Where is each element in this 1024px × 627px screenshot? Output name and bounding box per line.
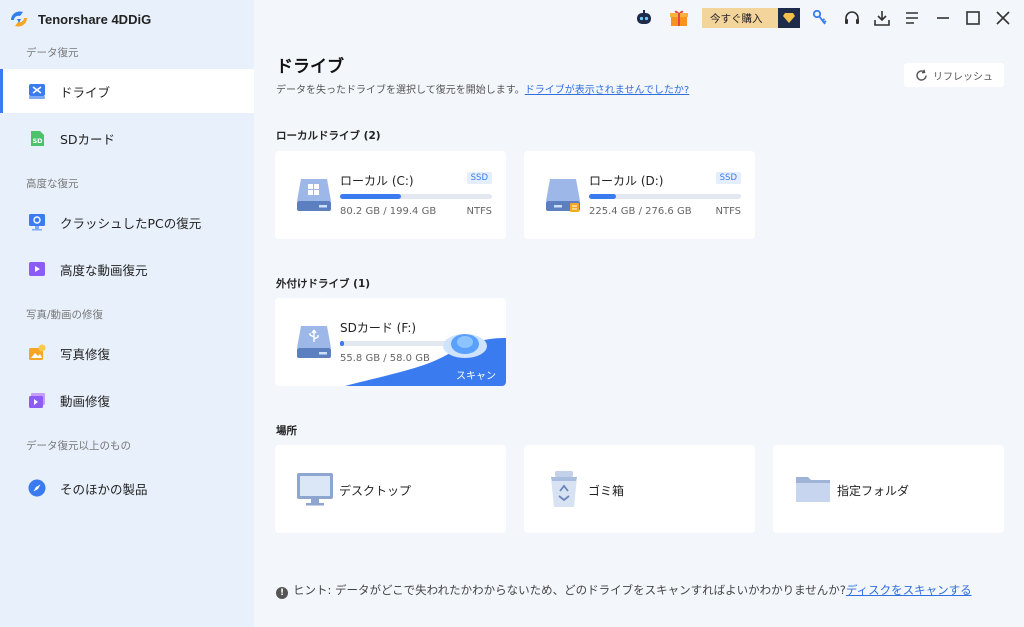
drive-name: ローカル (D:) (589, 174, 664, 188)
sidebar-item-video-repair[interactable]: 動画修復 (0, 378, 254, 422)
drive-filesystem: NTFS (466, 206, 492, 217)
scan-disc-icon (443, 334, 487, 358)
sidebar-item-label: そのほかの製品 (60, 481, 148, 497)
section-label-advanced: 高度な復元 (26, 178, 79, 190)
hint-prefix: ヒント: (293, 583, 332, 597)
video-recovery-icon (26, 258, 48, 280)
svg-text:SD: SD (33, 137, 44, 145)
main-content: ドライブ データを失ったドライブを選択して復元を開始します。ドライブが表示されま… (254, 36, 1024, 627)
key-icon[interactable] (810, 8, 830, 28)
drive-tool-icon (26, 80, 48, 102)
scan-label: スキャン (456, 371, 496, 382)
sidebar-item-advanced-video[interactable]: 高度な動画復元 (0, 247, 254, 291)
page-title: ドライブ (276, 57, 344, 77)
page-subtitle: データを失ったドライブを選択して復元を開始します。ドライブが表示されませんでした… (276, 81, 689, 96)
robot-icon[interactable] (634, 8, 654, 28)
ssd-badge: SSD (466, 172, 492, 184)
sidebar-item-sd-card[interactable]: SD SDカード (0, 116, 254, 160)
location-label: 指定フォルダ (837, 484, 910, 498)
drive-filesystem: NTFS (715, 206, 741, 217)
usage-bar-fill (340, 341, 345, 346)
headset-icon[interactable] (842, 8, 862, 28)
section-label-repair: 写真/動画の修復 (26, 309, 104, 321)
location-label: デスクトップ (339, 484, 412, 498)
sidebar-item-crashed-pc[interactable]: クラッシュしたPCの復元 (0, 200, 254, 244)
compass-icon (26, 477, 48, 499)
drive-size: 225.4 GB / 276.6 GB (589, 206, 692, 217)
location-recycle-bin[interactable]: ゴミ箱 (524, 445, 755, 533)
maximize-icon[interactable] (963, 8, 983, 28)
gift-icon[interactable] (669, 8, 689, 28)
app-title: Tenorshare 4DDiG (38, 11, 152, 27)
locations-label: 場所 (276, 425, 297, 437)
location-desktop[interactable]: デスクトップ (275, 445, 506, 533)
info-icon: ! (276, 587, 288, 599)
subtitle-text: データを失ったドライブを選択して復元を開始します。 (276, 85, 525, 96)
crashed-pc-icon (26, 211, 48, 233)
app-logo-icon (11, 11, 27, 27)
title-bar: 今すぐ購入 (254, 0, 1024, 36)
sd-card-icon: SD (26, 127, 48, 149)
sidebar-item-label: 写真修復 (60, 346, 111, 362)
location-folder[interactable]: 指定フォルダ (773, 445, 1004, 533)
hint-bar: ! ヒント: データがどこで失われたかわからないため、どのドライブをスキャンすれば… (276, 582, 1006, 599)
drive-name: SDカード (F:) (340, 321, 417, 335)
drive-card-sd-f[interactable]: SDカード (F:) 55.8 GB / 58.0 GB スキャン (275, 298, 506, 386)
close-icon[interactable] (993, 8, 1013, 28)
minimize-icon[interactable] (933, 8, 953, 28)
sidebar-item-other-products[interactable]: そのほかの製品 (0, 466, 254, 510)
refresh-button[interactable]: リフレッシュ (904, 63, 1004, 87)
folder-icon (796, 477, 830, 502)
scan-disk-link[interactable]: ディスクをスキャンする (846, 583, 972, 597)
menu-icon[interactable] (902, 8, 922, 28)
photo-repair-icon (26, 342, 48, 364)
hint-text: データがどこで失われたかわからないため、どのドライブをスキャンすればよいかわかり… (335, 583, 846, 597)
hdd-icon (546, 179, 580, 212)
sidebar: Tenorshare 4DDiG データ復元 ドライブ SD SDカード 高度な… (0, 0, 254, 627)
sidebar-item-photo-repair[interactable]: 写真修復 (0, 331, 254, 375)
desktop-icon (297, 473, 333, 506)
sidebar-item-label: 動画修復 (60, 393, 111, 409)
brand: Tenorshare 4DDiG (8, 8, 151, 30)
hdd-windows-icon (297, 179, 331, 211)
download-icon[interactable] (872, 8, 892, 28)
sidebar-item-label: ドライブ (60, 84, 111, 100)
sidebar-item-label: SDカード (60, 131, 116, 147)
usage-bar-fill (589, 194, 617, 199)
drive-size: 55.8 GB / 58.0 GB (340, 353, 430, 364)
ssd-badge: SSD (715, 172, 741, 184)
usage-bar-fill (340, 194, 401, 199)
drive-name: ローカル (C:) (340, 174, 414, 188)
location-label: ゴミ箱 (588, 484, 625, 498)
recycle-bin-icon (551, 471, 577, 507)
drive-not-shown-link[interactable]: ドライブが表示されませんでしたか? (525, 85, 690, 96)
diamond-icon (778, 8, 800, 28)
buy-now-button[interactable]: 今すぐ購入 (702, 8, 800, 28)
usage-bar (340, 194, 492, 199)
usage-bar (589, 194, 741, 199)
refresh-label: リフレッシュ (933, 71, 993, 83)
video-repair-icon (26, 389, 48, 411)
external-drives-label: 外付けドライブ (1) (276, 278, 371, 290)
usage-bar (340, 341, 448, 346)
drive-card-c[interactable]: ローカル (C:) SSD 80.2 GB / 199.4 GB NTFS (275, 151, 506, 239)
sidebar-item-drive[interactable]: ドライブ (0, 69, 254, 113)
section-label-data-recovery: データ復元 (26, 47, 79, 59)
section-label-more: データ復元以上のもの (26, 440, 131, 452)
local-drives-label: ローカルドライブ (2) (276, 130, 381, 142)
buy-now-label: 今すぐ購入 (710, 12, 763, 25)
sidebar-item-label: クラッシュしたPCの復元 (60, 215, 202, 231)
usb-drive-icon (297, 326, 331, 358)
sidebar-item-label: 高度な動画復元 (60, 262, 148, 278)
refresh-icon (916, 69, 927, 81)
drive-size: 80.2 GB / 199.4 GB (340, 206, 437, 217)
drive-card-d[interactable]: ローカル (D:) SSD 225.4 GB / 276.6 GB NTFS (524, 151, 755, 239)
